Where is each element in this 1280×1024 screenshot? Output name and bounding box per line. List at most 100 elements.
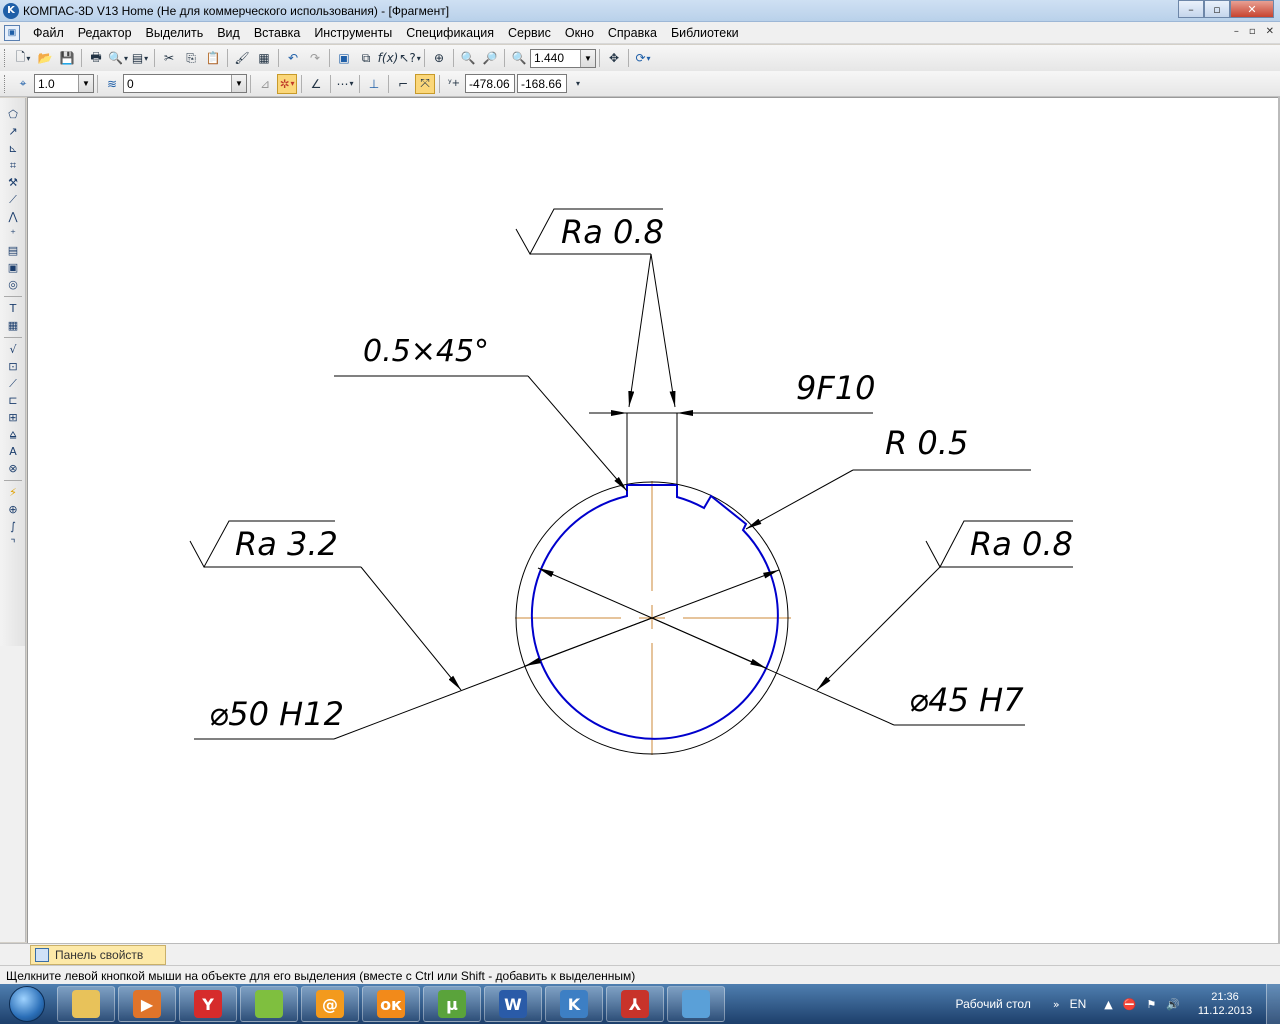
save-icon[interactable]: 💾 xyxy=(57,48,77,68)
menu-tools[interactable]: Инструменты xyxy=(307,26,399,40)
taskbar-app-button[interactable] xyxy=(57,986,115,1022)
menu-select[interactable]: Выделить xyxy=(139,26,211,40)
doc-maximize-button[interactable]: ▫ xyxy=(1249,26,1256,37)
current-layer-combo[interactable]: 0 ▼ xyxy=(123,74,247,93)
outer-diameter-label[interactable]: ⌀50 H12 xyxy=(209,695,344,733)
local-cs-icon[interactable]: ⊿ xyxy=(255,74,275,94)
dimensions-icon[interactable]: ↗ xyxy=(2,123,24,140)
toolbar-expand-icon[interactable]: » xyxy=(1053,998,1060,1011)
print-preview-icon[interactable]: 🔍 xyxy=(108,48,128,68)
network-icon[interactable]: ⛔ xyxy=(1123,998,1137,1011)
menu-help[interactable]: Справка xyxy=(601,26,664,40)
redo-icon[interactable]: ↷ xyxy=(305,48,325,68)
start-button[interactable] xyxy=(0,984,54,1024)
menu-libraries[interactable]: Библиотеки xyxy=(664,26,746,40)
layers-icon[interactable]: ≋ xyxy=(102,74,122,94)
taskbar-app-button[interactable]: Y xyxy=(179,986,237,1022)
cursor-y-field[interactable]: -168.66 xyxy=(517,74,567,93)
manager-icon[interactable]: ▣ xyxy=(334,48,354,68)
inner-diameter-label[interactable]: ⌀45 H7 xyxy=(909,681,1024,719)
menu-service[interactable]: Сервис xyxy=(501,26,558,40)
snap-icon[interactable]: ⚡ xyxy=(2,484,24,501)
cursor-step-combo[interactable]: 1.0 ▼ xyxy=(34,74,94,93)
inner-contour[interactable] xyxy=(530,484,779,740)
tolerance-icon[interactable]: ⊏ xyxy=(2,392,24,409)
roughness-top-label[interactable]: Ra 0.8 xyxy=(561,213,664,251)
menu-insert[interactable]: Вставка xyxy=(247,26,307,40)
open-folder-icon[interactable]: 📂 xyxy=(35,48,55,68)
clock[interactable]: 21:36 11.12.2013 xyxy=(1190,990,1260,1018)
cut-icon[interactable]: ✂ xyxy=(159,48,179,68)
drawing-canvas[interactable]: Ra 0.8 0.5×45° 9F10 R 0.5 Ra 3.2 Ra 0.8 … xyxy=(27,97,1280,943)
function-icon[interactable]: f(x) xyxy=(378,48,399,68)
toolbar-grip[interactable] xyxy=(4,74,8,93)
property-panel-tab[interactable]: Панель свойств xyxy=(30,945,166,965)
zoom-window-icon[interactable]: ⊕ xyxy=(429,48,449,68)
leader-icon[interactable]: ⟋ xyxy=(2,375,24,392)
help-pointer-icon[interactable]: ↖? xyxy=(399,48,420,68)
toolbar-grip[interactable] xyxy=(4,49,8,67)
show-desktop-button[interactable] xyxy=(1266,984,1280,1024)
close-button[interactable]: ✕ xyxy=(1230,0,1274,18)
designations-icon[interactable]: ⊾ xyxy=(2,140,24,157)
geometry-icon[interactable]: ⬠ xyxy=(2,106,24,123)
fragment-drawing[interactable]: Ra 0.8 0.5×45° 9F10 R 0.5 Ra 3.2 Ra 0.8 … xyxy=(28,98,1280,944)
taskbar-app-button[interactable]: ок xyxy=(362,986,420,1022)
spec-icon[interactable]: ▤ xyxy=(2,242,24,259)
library-manager-icon[interactable]: ▦ xyxy=(254,48,274,68)
taskbar-app-button[interactable]: ⅄ xyxy=(606,986,664,1022)
zoom-in-icon[interactable]: 🔍 xyxy=(458,48,478,68)
menu-specification[interactable]: Спецификация xyxy=(399,26,501,40)
zoom-scale-icon[interactable]: 🔍 xyxy=(509,48,529,68)
chamfer-label[interactable]: 0.5×45° xyxy=(363,334,489,369)
copy-icon[interactable]: ⎘ xyxy=(181,48,201,68)
edit-icon[interactable]: ⌗ xyxy=(2,157,24,174)
document-icon[interactable]: ▣ xyxy=(4,24,20,41)
table-icon[interactable]: ▦ xyxy=(2,317,24,334)
taskbar-app-button[interactable] xyxy=(667,986,725,1022)
roughness-right-label[interactable]: Ra 0.8 xyxy=(970,525,1073,563)
format-painter-icon[interactable]: 🖌 xyxy=(232,48,252,68)
zoom-scale-combo[interactable]: 1.440 ▼ xyxy=(530,48,596,68)
show-hidden-icons-icon[interactable]: ▲ xyxy=(1104,998,1112,1011)
chevron-down-icon[interactable]: ▼ xyxy=(580,49,595,67)
section-icon[interactable]: ⊞ xyxy=(2,409,24,426)
width-tolerance-label[interactable]: 9F10 xyxy=(796,369,875,407)
toolbar-overflow-icon[interactable]: ▾ xyxy=(568,74,588,94)
measure-icon[interactable]: ⟋ xyxy=(2,191,24,208)
new-document-icon[interactable]: 🗋 xyxy=(13,48,33,68)
pan-icon[interactable]: ✥ xyxy=(604,48,624,68)
minimize-button[interactable]: – xyxy=(1178,0,1204,18)
doc-minimize-button[interactable]: – xyxy=(1234,26,1239,37)
associative-views-icon[interactable]: ⁺ xyxy=(2,225,24,242)
taskbar-app-button[interactable]: ▶ xyxy=(118,986,176,1022)
paste-icon[interactable]: 📋 xyxy=(203,48,223,68)
roughness-icon[interactable]: √ xyxy=(2,341,24,358)
round-icon[interactable]: ⤧ xyxy=(415,73,435,94)
taskbar-app-button[interactable]: @ xyxy=(301,986,359,1022)
action-center-icon[interactable]: ⚑ xyxy=(1146,998,1156,1011)
menu-view[interactable]: Вид xyxy=(210,26,247,40)
base-icon[interactable]: ⊡ xyxy=(2,358,24,375)
refresh-icon[interactable]: ⟳ xyxy=(633,48,653,68)
ortho-icon[interactable]: ∠ xyxy=(306,74,326,94)
menu-file[interactable]: Файл xyxy=(26,26,71,40)
arrow-view-icon[interactable]: ⩠ xyxy=(2,426,24,443)
desktop-toolbar-label[interactable]: Рабочий стол xyxy=(956,997,1031,1011)
chevron-down-icon[interactable]: ▼ xyxy=(78,75,93,92)
menu-editor[interactable]: Редактор xyxy=(71,26,139,40)
volume-icon[interactable]: 🔊 xyxy=(1166,998,1180,1011)
reports-icon[interactable]: ▣ xyxy=(2,259,24,276)
radius-label[interactable]: R 0.5 xyxy=(885,424,968,462)
coordinates-icon[interactable]: ʸ+ xyxy=(444,74,464,94)
doc-close-button[interactable]: ✕ xyxy=(1266,26,1274,37)
zoom-out-icon[interactable]: 🔎 xyxy=(480,48,500,68)
cursor-x-field[interactable]: -478.06 xyxy=(465,74,515,93)
menu-window[interactable]: Окно xyxy=(558,26,601,40)
mark-icon[interactable]: ⊗ xyxy=(2,460,24,477)
curve-icon[interactable]: ∫ xyxy=(2,518,24,535)
maximize-button[interactable]: ▫ xyxy=(1204,0,1230,18)
properties-icon[interactable]: ▤ xyxy=(130,48,150,68)
roughness-left-label[interactable]: Ra 3.2 xyxy=(235,525,338,563)
taskbar-app-button[interactable]: µ xyxy=(423,986,481,1022)
